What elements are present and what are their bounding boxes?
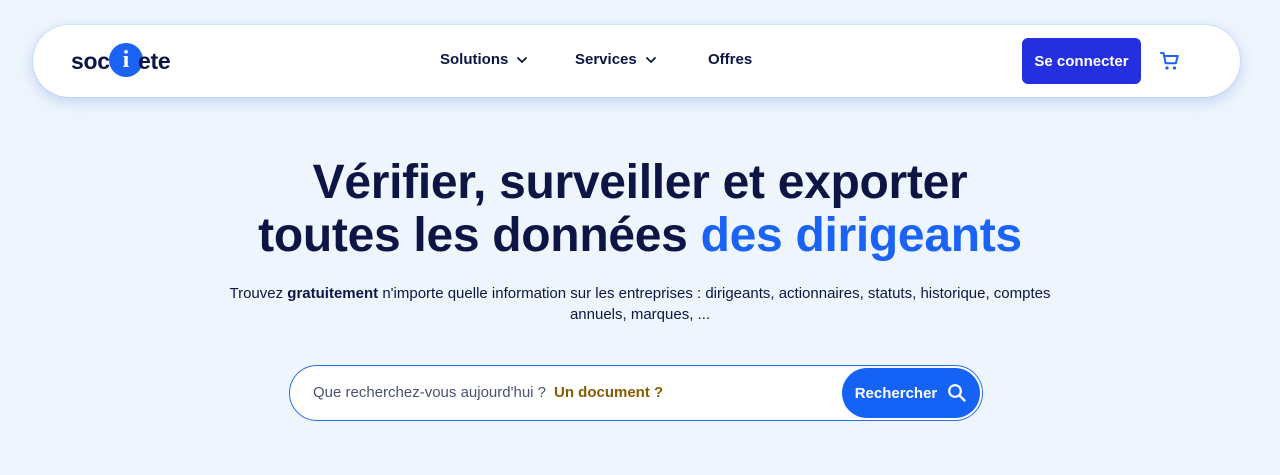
chevron-down-icon [517,56,528,63]
subtitle-bold: gratuitement [287,285,379,302]
nav-offres[interactable]: Offres [708,51,752,68]
subtitle-prefix: Trouvez [229,285,284,302]
search-placeholder-accent: Un document ? [554,384,664,401]
search-icon [948,384,966,402]
nav-services-label: Services [575,51,637,68]
chevron-down-icon [645,56,656,63]
search-placeholder-main: Que recherchez-vous aujourd'hui ? [313,384,546,401]
nav-offres-label: Offres [708,51,753,68]
hero-title-line1: Vérifier, surveiller et exporter [312,156,968,209]
subtitle-rest: n'importe quelle information sur les ent… [382,285,1051,323]
hero-subtitle: Trouvez gratuitement n'importe quelle in… [215,283,1065,325]
search-button[interactable]: Rechercher [842,368,980,418]
search-bar[interactable]: Que recherchez-vous aujourd'hui ? Un doc… [289,365,983,421]
search-input[interactable]: Que recherchez-vous aujourd'hui ? Un doc… [313,366,663,419]
login-button[interactable]: Se connecter [1022,38,1141,84]
nav-solutions-label: Solutions [440,51,509,68]
hero-title: Vérifier, surveiller et exporter toutes … [0,156,1280,262]
nav-services[interactable]: Services [575,51,657,68]
hero-title-line2: toutes les données [258,209,688,262]
nav-solutions[interactable]: Solutions [440,51,528,68]
search-button-label: Rechercher [854,384,938,402]
top-navbar: soc i ete Solutions Services Offres Se c… [33,25,1240,97]
cart-icon[interactable] [1158,49,1182,73]
hero-title-accent: des dirigeants [700,209,1023,262]
